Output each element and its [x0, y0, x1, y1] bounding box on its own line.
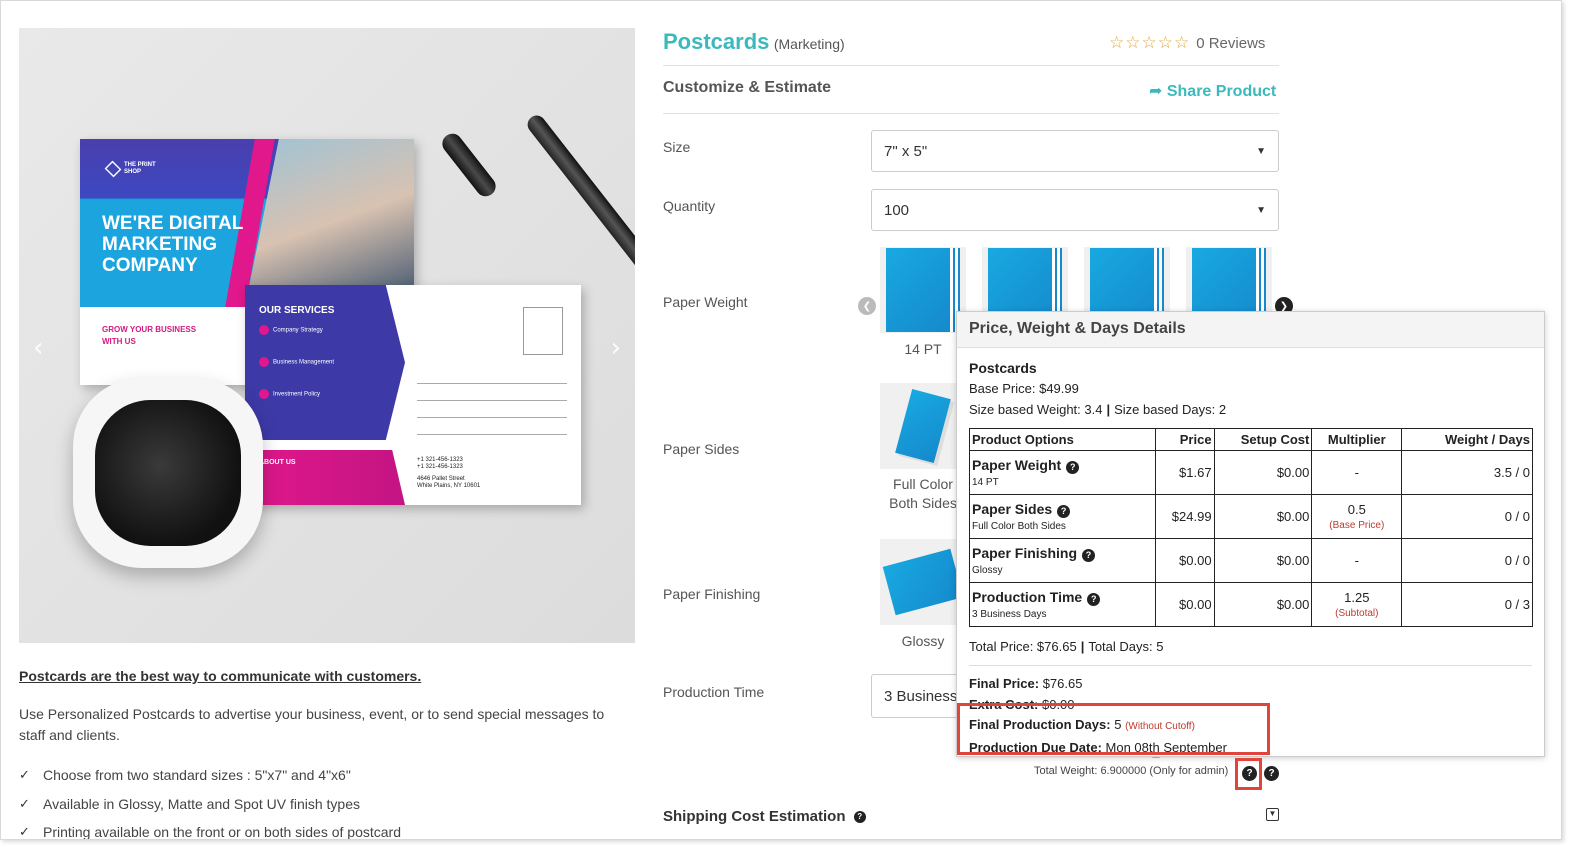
table-row: Paper Finishing? Glossy $0.00 $0.00 - 0 /… [969, 538, 1533, 583]
chevron-down-icon: ▼ [1256, 204, 1266, 216]
highlight-box [1235, 758, 1262, 790]
contact-address: 4646 Pallet Street White Plains, NY 10601 [417, 476, 481, 489]
services-title: OUR SERVICES [259, 305, 335, 316]
popup-product-name: Postcards [969, 360, 1037, 376]
service-item: Company Strategy [259, 325, 369, 335]
paper-finishing-label: Paper Finishing [663, 586, 761, 602]
coffee-mug-image [56, 378, 263, 575]
reviews[interactable]: ☆☆☆☆☆ 0 Reviews [1109, 33, 1265, 53]
highlight-box [957, 703, 1270, 755]
reviews-count[interactable]: 0 Reviews [1196, 35, 1265, 52]
carousel-next-icon[interactable]: › [611, 333, 621, 363]
totals-line: Total Price: $76.65 | Total Days: 5 [969, 637, 1532, 666]
final-price: Final Price: $76.65 [969, 676, 1083, 691]
product-image-carousel[interactable]: THE PRINT SHOP WE'RE DIGITAL MARKETING C… [19, 28, 635, 643]
check-icon: ✓ [19, 795, 30, 811]
help-icon[interactable]: ? [1087, 592, 1101, 606]
stamp-box [523, 307, 563, 355]
carousel-prev-icon[interactable]: ❮ [858, 297, 876, 315]
help-icon[interactable]: ? [1264, 766, 1279, 781]
shipping-estimation-heading[interactable]: Shipping Cost Estimation ? [663, 808, 866, 825]
help-icon[interactable]: ? [1057, 504, 1071, 518]
paper-weight-option-14pt[interactable] [880, 247, 966, 333]
list-item: ✓ Printing available on the front or on b… [19, 824, 401, 840]
total-weight-note: Total Weight: 6.900000 (Only for admin) [1034, 765, 1229, 777]
share-product-link[interactable]: ➦ Share Product [1149, 81, 1276, 101]
base-price: Base Price: $49.99 [969, 381, 1079, 396]
service-item: Business Management [259, 357, 369, 367]
table-header-row: Product Options Price Setup Cost Multipl… [969, 428, 1533, 451]
list-item: ✓ Choose from two standard sizes : 5"x7" … [19, 767, 351, 784]
product-category: (Marketing) [773, 36, 845, 52]
pen-cap-image [438, 129, 500, 201]
price-details-popup: Price, Weight & Days Details Postcards B… [956, 311, 1545, 757]
contact-phone: +1 321-456-1323 +1 321-456-1323 [417, 457, 463, 470]
size-select[interactable]: 7" x 5" ▼ [871, 130, 1279, 172]
production-time-label: Production Time [663, 684, 765, 700]
service-item: Investment Policy [259, 389, 369, 399]
paper-sides-option[interactable] [880, 383, 966, 469]
feature-list: ✓ Choose from two standard sizes : 5"x7" … [19, 761, 401, 840]
check-icon: ✓ [19, 824, 30, 840]
product-name: Postcards [663, 29, 770, 54]
popup-title: Price, Weight & Days Details [957, 312, 1544, 348]
table-row: Paper Weight? 14 PT $1.67 $0.00 - 3.5 / 0 [969, 450, 1533, 495]
about-title: ABOUT US [259, 459, 296, 466]
size-info: Size based Weight: 3.4 | Size based Days: … [969, 402, 1227, 417]
paper-finishing-option[interactable] [880, 539, 966, 625]
product-title: Postcards (Marketing) [663, 29, 845, 55]
customize-heading: Customize & Estimate [663, 79, 832, 96]
quantity-select[interactable]: 100 ▼ [871, 189, 1279, 231]
postcard-headline: WE'RE DIGITAL MARKETING COMPANY [102, 213, 244, 276]
paper-weight-selected-label: 14 PT [904, 341, 942, 357]
divider [663, 113, 1279, 114]
expand-toggle-icon[interactable]: ▼ [1266, 808, 1279, 821]
check-icon: ✓ [19, 767, 30, 783]
size-label: Size [663, 139, 691, 155]
pen-image [524, 111, 635, 289]
share-icon: ➦ [1149, 83, 1163, 100]
help-icon[interactable]: ? [1082, 548, 1096, 562]
chevron-down-icon: ▼ [1256, 145, 1266, 157]
quantity-label: Quantity [663, 198, 716, 214]
carousel-prev-icon[interactable]: ‹ [33, 333, 43, 363]
table-row: Production Time? 3 Business Days $0.00 $0… [969, 582, 1533, 627]
paper-weight-label: Paper Weight [663, 294, 748, 310]
description-heading: Postcards are the best way to communicat… [19, 668, 422, 684]
help-icon[interactable]: ? [853, 811, 866, 824]
table-row: Paper Sides? Full Color Both Sides $24.99… [969, 494, 1533, 539]
paper-sides-selected-label: Full Color Both Sides [889, 476, 957, 511]
postcard-back-image: OUR SERVICES Company Strategy Business M… [245, 285, 581, 505]
production-time-select[interactable]: 3 Business Days [871, 674, 961, 718]
divider [663, 65, 1279, 66]
print-shop-logo: THE PRINT SHOP [104, 160, 164, 178]
list-item: ✓ Available in Glossy, Matte and Spot UV … [19, 795, 360, 812]
help-icon[interactable]: ? [1066, 460, 1080, 474]
paper-finishing-selected-label: Glossy [901, 633, 945, 649]
star-rating-icon[interactable]: ☆☆☆☆☆ [1109, 33, 1190, 52]
description-body: Use Personalized Postcards to advertise … [19, 706, 605, 743]
product-page: THE PRINT SHOP WE'RE DIGITAL MARKETING C… [0, 0, 1562, 840]
paper-sides-label: Paper Sides [663, 441, 740, 457]
postcard-tagline: GROW YOUR BUSINESS WITH US [102, 325, 197, 346]
price-details-table: Product Options Price Setup Cost Multipl… [969, 428, 1533, 627]
